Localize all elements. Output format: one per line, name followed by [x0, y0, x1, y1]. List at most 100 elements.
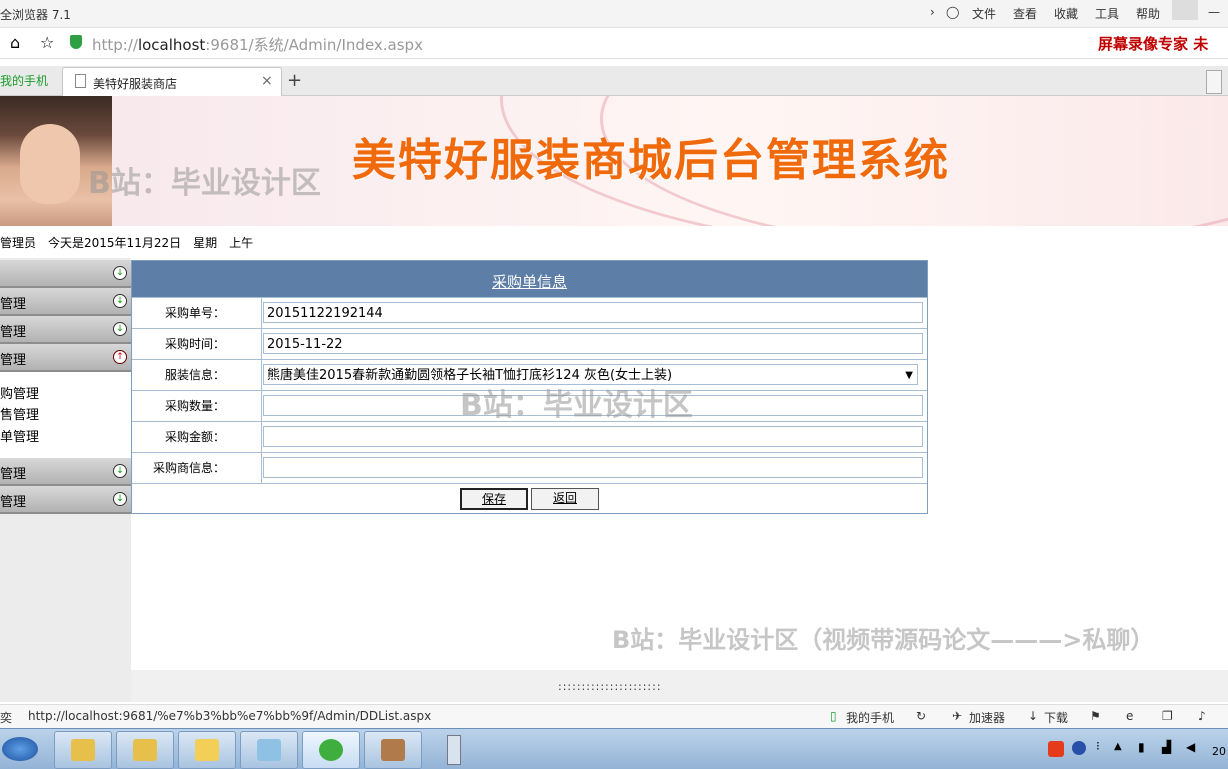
help-icon[interactable]	[1072, 741, 1086, 755]
home-icon[interactable]: ⌂	[10, 33, 20, 52]
sidebar-item-label: 管理	[0, 325, 27, 340]
ie-icon[interactable]: e	[1126, 709, 1133, 723]
submenu-orders[interactable]: 单管理	[0, 426, 39, 445]
tray-arrow-icon[interactable]: ▲	[1114, 741, 1122, 752]
shield-icon	[70, 35, 82, 49]
chevron-right-icon[interactable]: ›	[930, 5, 935, 19]
usb-icon[interactable]	[447, 735, 461, 765]
status-download[interactable]: 下载	[1044, 709, 1068, 726]
tab-active[interactable]: 美特好服装商店 ×	[62, 67, 282, 96]
taskbar-app-1[interactable]	[54, 731, 112, 769]
url-input[interactable]: http://localhost:9681/系统/Admin/Index.asp…	[92, 34, 423, 55]
back-button[interactable]: 返回	[531, 488, 599, 510]
taskbar-app-3[interactable]	[178, 731, 236, 769]
taskbar-app-browser[interactable]	[302, 731, 360, 769]
form-actions: 保存 返回	[132, 483, 927, 514]
window-icon[interactable]: ❐	[1162, 709, 1173, 723]
sidebar-item-label: 管理	[0, 467, 27, 482]
address-bar: ⌂ ☆ http://localhost:9681/系统/Admin/Index…	[0, 28, 1228, 59]
form-title[interactable]: 采购单信息	[132, 271, 927, 292]
taskbar: ⁝ ▲ ▮ ▟ ◀ 20	[0, 728, 1228, 769]
skin-button[interactable]	[1172, 0, 1198, 20]
star-icon[interactable]: ☆	[40, 33, 54, 52]
expand-icon[interactable]: ↓	[113, 294, 127, 308]
order-no-input[interactable]: 20151122192144	[263, 302, 923, 323]
flag-icon[interactable]: ⚑	[1090, 709, 1101, 723]
menu-view[interactable]: 查看	[1013, 5, 1037, 22]
tab-label: 美特好服装商店	[93, 77, 178, 91]
tray-icon[interactable]: ⁝	[1096, 739, 1100, 753]
menu-tools[interactable]: 工具	[1095, 5, 1119, 22]
period: 上午	[229, 236, 254, 250]
sidebar-item-6[interactable]: 管理 ↓	[0, 486, 131, 514]
user-icon[interactable]: ◯	[946, 5, 959, 19]
tools-icon	[133, 739, 157, 761]
submenu-purchase[interactable]: 购管理	[0, 383, 39, 402]
status-bar: 奕 http://localhost:9681/%e7%b3%bb%e7%bb%…	[0, 704, 1228, 729]
form-row-supplier: 采购商信息：	[132, 452, 927, 483]
tab-scroll-icon[interactable]	[1206, 70, 1222, 94]
form-row-amount: 采购金额：	[132, 421, 927, 452]
menu-file[interactable]: 文件	[972, 5, 996, 22]
content-footer	[131, 670, 1228, 702]
network-icon[interactable]: ▟	[1162, 740, 1171, 754]
sidebar-item-2[interactable]: 管理 ↓	[0, 288, 131, 316]
speaker-icon[interactable]: ◀	[1186, 740, 1195, 754]
status-url: http://localhost:9681/%e7%b3%bb%e7%bb%9f…	[28, 709, 432, 723]
minimize-icon[interactable]: —	[1208, 5, 1220, 19]
status-my-phone[interactable]: 我的手机	[846, 709, 894, 726]
save-button[interactable]: 保存	[460, 488, 528, 510]
sidebar: ↓ 管理 ↓ 管理 ↓ 管理 ↑ 购管理 售管理 单管理 管理 ↓ 管理 ↓	[0, 258, 131, 670]
battery-icon: ▮	[1138, 740, 1145, 754]
collapse-icon[interactable]: ↑	[113, 350, 127, 364]
ime-icon[interactable]	[1048, 741, 1064, 757]
new-tab-button[interactable]: +	[287, 70, 302, 91]
dropdown-arrow-icon[interactable]: ▼	[905, 365, 913, 386]
expand-icon[interactable]: ↓	[113, 322, 127, 336]
dog-icon	[381, 739, 405, 761]
watermark-bottom: B站：毕业设计区（视频带源码论文———>私聊）	[612, 626, 1155, 654]
phone-icon: ▯	[830, 709, 837, 723]
submenu-sales[interactable]: 售管理	[0, 404, 39, 423]
sidebar-item-4[interactable]: 管理 ↑	[0, 344, 131, 372]
current-date: 今天是2015年11月22日	[48, 236, 182, 250]
close-tab-icon[interactable]: ×	[261, 73, 273, 89]
sidebar-item-5[interactable]: 管理 ↓	[0, 458, 131, 486]
sidebar-footer	[0, 670, 131, 702]
expand-icon[interactable]: ↓	[113, 492, 127, 506]
clothing-label: 服装信息：	[132, 360, 262, 390]
expand-icon[interactable]: ↓	[113, 266, 127, 280]
supplier-input[interactable]	[263, 457, 923, 478]
purchase-time-input[interactable]: 2015-11-22	[263, 333, 923, 354]
browser-title: 全浏览器 7.1	[0, 8, 71, 22]
model-face	[20, 124, 80, 204]
sidebar-item-3[interactable]: 管理 ↓	[0, 316, 131, 344]
info-line: 管理员 今天是2015年11月22日 星期 上午	[0, 234, 265, 251]
tab-my-phone[interactable]: 我的手机	[0, 68, 57, 94]
amount-label: 采购金额：	[132, 422, 262, 452]
expand-icon[interactable]: ↓	[113, 464, 127, 478]
purchase-time-label: 采购时间：	[132, 329, 262, 359]
volume-icon[interactable]: ♪	[1198, 709, 1206, 723]
start-icon[interactable]	[2, 737, 38, 761]
taskbar-app-6[interactable]	[364, 731, 422, 769]
amount-input[interactable]	[263, 426, 923, 447]
download-icon: ↓	[1028, 709, 1039, 723]
sidebar-item-1[interactable]: ↓	[0, 260, 131, 288]
sidebar-item-label: 管理	[0, 297, 27, 312]
taskbar-app-4[interactable]	[240, 731, 298, 769]
supplier-label: 采购商信息：	[132, 453, 262, 483]
splitter-handle[interactable]: ::::::::::::::::::::::	[558, 680, 662, 693]
taskbar-app-2[interactable]	[116, 731, 174, 769]
refresh-icon[interactable]: ↻	[916, 709, 926, 723]
status-left-text: 奕	[0, 711, 13, 725]
menu-help[interactable]: 帮助	[1136, 5, 1160, 22]
banner-title: 美特好服装商城后台管理系统	[352, 135, 950, 186]
clock[interactable]: 20	[1212, 745, 1226, 758]
menu-favorites[interactable]: 收藏	[1054, 5, 1078, 22]
status-accelerator[interactable]: 加速器	[969, 709, 1005, 726]
browser-title-bar: 全浏览器 7.1 › ◯ 文件 查看 收藏 工具 帮助 —	[0, 0, 1228, 28]
form-row-order-no: 采购单号： 20151122192144	[132, 297, 927, 328]
site-banner: 美特好服装商城后台管理系统 B站：毕业设计区	[0, 96, 1228, 226]
rocket-icon: ✈	[952, 709, 963, 723]
